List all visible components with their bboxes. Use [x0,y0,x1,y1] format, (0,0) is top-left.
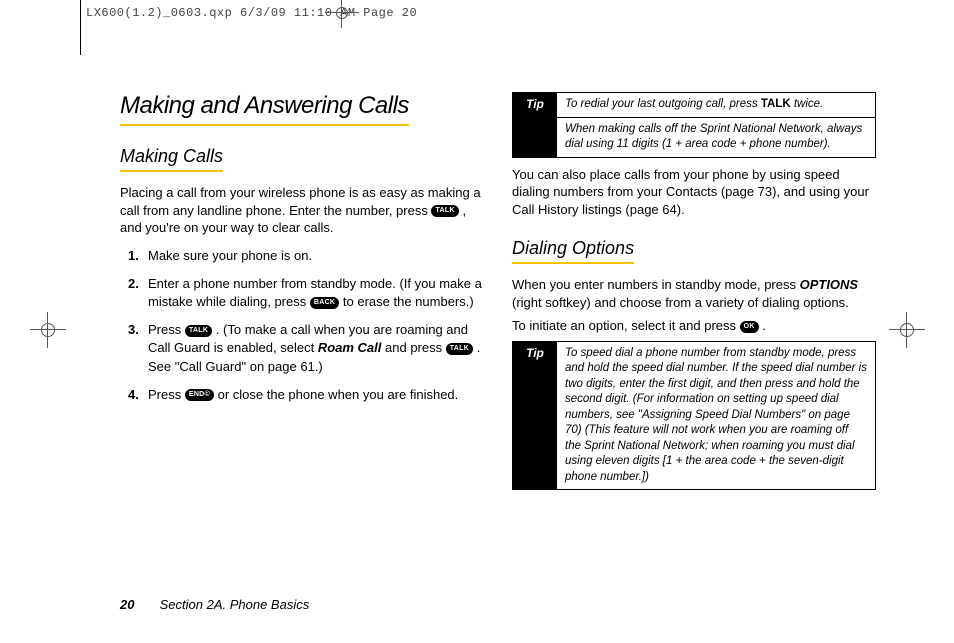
tip-label: Tip [513,93,557,157]
section-title-dialing-options: Dialing Options [512,238,634,264]
page-number: 20 [120,597,140,612]
back-key-icon: BACK [310,297,339,309]
step-4-after: or close the phone when you are finished… [218,387,459,402]
tip-box-1: Tip To redial your last outgoing call, p… [512,92,876,158]
step-2: Enter a phone number from standby mode. … [148,275,484,311]
tip1-row2: When making calls off the Sprint Nationa… [557,117,875,157]
ok-key-icon: OK [740,321,759,333]
step-1-text: Make sure your phone is on. [148,248,312,263]
talk-key-icon: TALK [431,205,458,217]
tip-box-2: Tip To speed dial a phone number from st… [512,341,876,491]
tip2-row1: To speed dial a phone number from standb… [557,342,875,490]
step-3-mid2: and press [385,340,446,355]
speed-dial-paragraph: You can also place calls from your phone… [512,166,876,219]
page-body: Making and Answering Calls Making Calls … [120,92,876,612]
tip-label: Tip [513,342,557,490]
options-paragraph: When you enter numbers in standby mode, … [512,276,876,311]
preprint-header: LX600(1.2)_0603.qxp 6/3/09 11:10 AM Page… [86,6,417,20]
chapter-title: Making and Answering Calls [120,92,409,126]
tip1-row1-a: To redial your last outgoing call, press [565,98,761,110]
crop-mark-left [36,318,60,342]
right-column: Tip To redial your last outgoing call, p… [512,92,876,498]
tip1-row1-talk: TALK [761,98,791,110]
section-label: Section 2A. Phone Basics [160,597,310,612]
step-1: Make sure your phone is on. [148,247,484,265]
intro-text-before: Placing a call from your wireless phone … [120,185,481,218]
intro-paragraph: Placing a call from your wireless phone … [120,184,484,237]
step-2-after: to erase the numbers.) [343,294,474,309]
left-column: Making and Answering Calls Making Calls … [120,92,484,498]
initiate-text-a: To initiate an option, select it and pre… [512,318,740,333]
step-4: Press END© or close the phone when you a… [148,386,484,404]
step-3-before: Press [148,322,185,337]
steps-list: Make sure your phone is on. Enter a phon… [120,247,484,404]
initiate-paragraph: To initiate an option, select it and pre… [512,317,876,335]
end-key-icon: END© [185,389,214,401]
step-4-before: Press [148,387,185,402]
roam-call-label: Roam Call [318,340,382,355]
tip1-row1-c: twice. [791,98,824,110]
initiate-text-b: . [762,318,766,333]
options-text-b: (right softkey) and choose from a variet… [512,295,849,310]
tip1-row1: To redial your last outgoing call, press… [557,93,875,117]
section-title-making-calls: Making Calls [120,146,223,172]
options-label: OPTIONS [800,277,859,292]
talk-key-icon: TALK [446,343,473,355]
left-vertical-rule [80,0,81,55]
page-footer: 20 Section 2A. Phone Basics [120,597,309,612]
options-text-a: When you enter numbers in standby mode, … [512,277,800,292]
crop-mark-right [895,318,919,342]
crop-mark-top [333,2,351,20]
step-3: Press TALK . (To make a call when you ar… [148,321,484,376]
talk-key-icon: TALK [185,325,212,337]
